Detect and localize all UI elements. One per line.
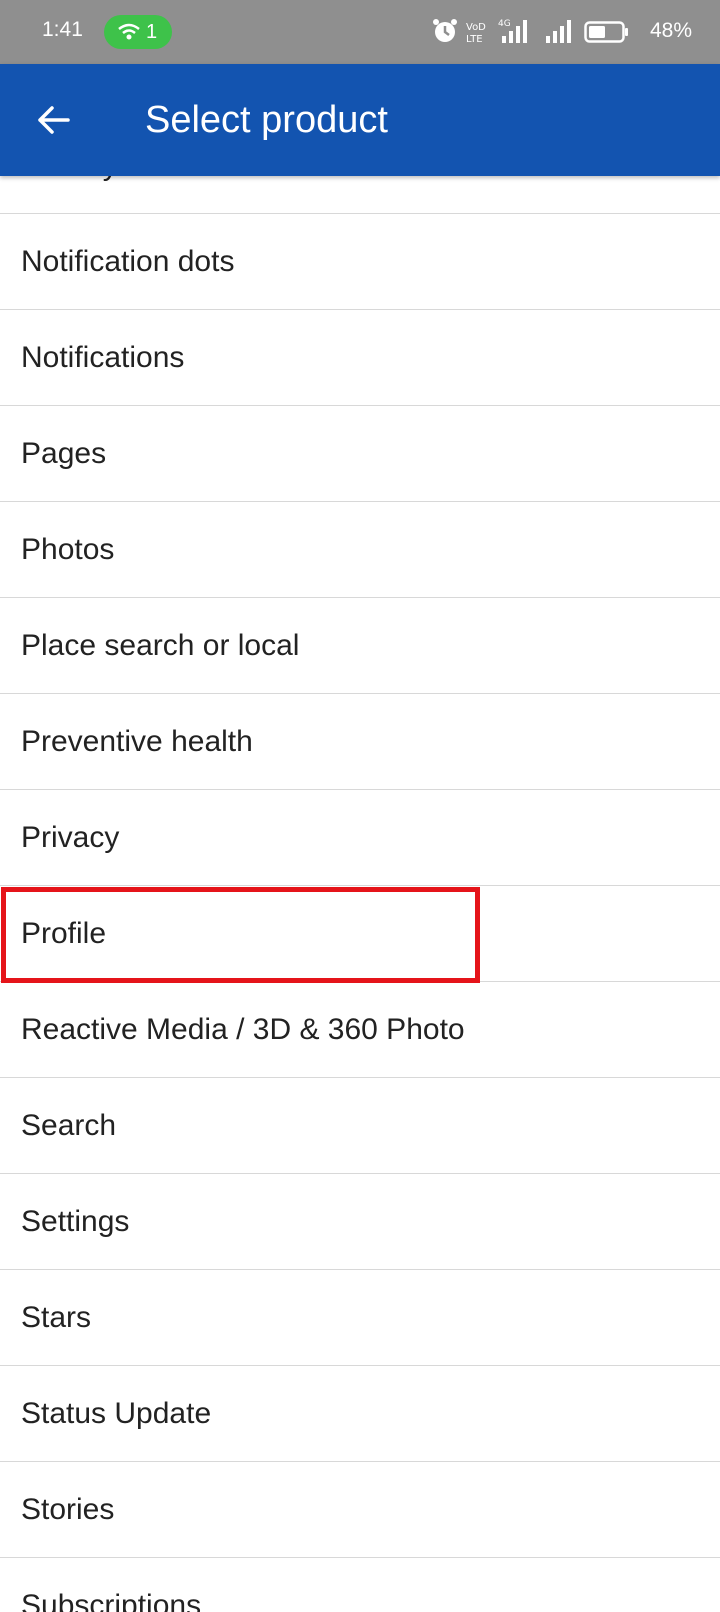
list-item-label: Place search or local — [21, 629, 300, 662]
arrow-left-icon — [38, 106, 70, 134]
list-item-label: Settings — [21, 1205, 130, 1238]
list-item-profile[interactable]: Profile — [0, 886, 720, 982]
status-bar: 1:41 1 VoD LTE 4G 48% — [0, 0, 720, 64]
list-item-reactive-media[interactable]: Reactive Media / 3D & 360 Photo — [0, 982, 720, 1078]
list-item-search[interactable]: Search — [0, 1078, 720, 1174]
list-item-label: Status Update — [21, 1397, 212, 1430]
list-item-label: Notifications — [21, 341, 185, 374]
list-item-label: Stars — [21, 1301, 92, 1334]
list-item-label: Privacy — [21, 821, 120, 854]
list-item-preventive-health[interactable]: Preventive health — [0, 694, 720, 790]
list-item-subscriptions[interactable]: Subscriptions — [0, 1558, 720, 1612]
hotspot-pill: 1 — [104, 15, 172, 49]
list-item-label: Photos — [21, 533, 115, 566]
list-item-label: Reactive Media / 3D & 360 Photo — [21, 1013, 465, 1046]
hotspot-icon — [118, 23, 140, 40]
signal-4g-icon: 4G — [498, 19, 527, 43]
list-item-stories[interactable]: Stories — [0, 1462, 720, 1558]
status-icons: VoD LTE 4G 48% — [432, 17, 692, 47]
alarm-icon — [433, 19, 457, 42]
list-item-label: Pages — [21, 437, 107, 470]
list-item-label: Subscriptions — [21, 1589, 202, 1612]
list-item-label: Notification dots — [21, 245, 235, 278]
back-button[interactable] — [24, 92, 88, 148]
list-item-label: Stories — [21, 1493, 115, 1526]
product-list: Nearby friends Notification dots Notific… — [0, 118, 720, 1612]
list-item-label: Search — [21, 1109, 117, 1142]
svg-text:LTE: LTE — [466, 34, 483, 44]
hotspot-count: 1 — [146, 21, 158, 43]
list-item-notifications[interactable]: Notifications — [0, 310, 720, 406]
volte-icon: VoD LTE — [466, 22, 486, 44]
battery-percent: 48% — [649, 19, 692, 42]
list-item-place-search[interactable]: Place search or local — [0, 598, 720, 694]
svg-text:VoD: VoD — [466, 22, 486, 33]
status-time: 1:41 — [42, 18, 83, 41]
list-item-pages[interactable]: Pages — [0, 406, 720, 502]
list-item-photos[interactable]: Photos — [0, 502, 720, 598]
battery-icon — [584, 21, 628, 43]
signal-icon — [546, 20, 571, 43]
list-item-label: Preventive health — [21, 725, 253, 758]
list-item-label: Profile — [21, 917, 107, 950]
app-bar: Select product — [0, 64, 720, 176]
page-title: Select product — [145, 99, 388, 141]
svg-text:4G: 4G — [498, 19, 511, 29]
list-item-stars[interactable]: Stars — [0, 1270, 720, 1366]
list-item-status-update[interactable]: Status Update — [0, 1366, 720, 1462]
list-item-privacy[interactable]: Privacy — [0, 790, 720, 886]
list-item-notification-dots[interactable]: Notification dots — [0, 214, 720, 310]
list-item-settings[interactable]: Settings — [0, 1174, 720, 1270]
